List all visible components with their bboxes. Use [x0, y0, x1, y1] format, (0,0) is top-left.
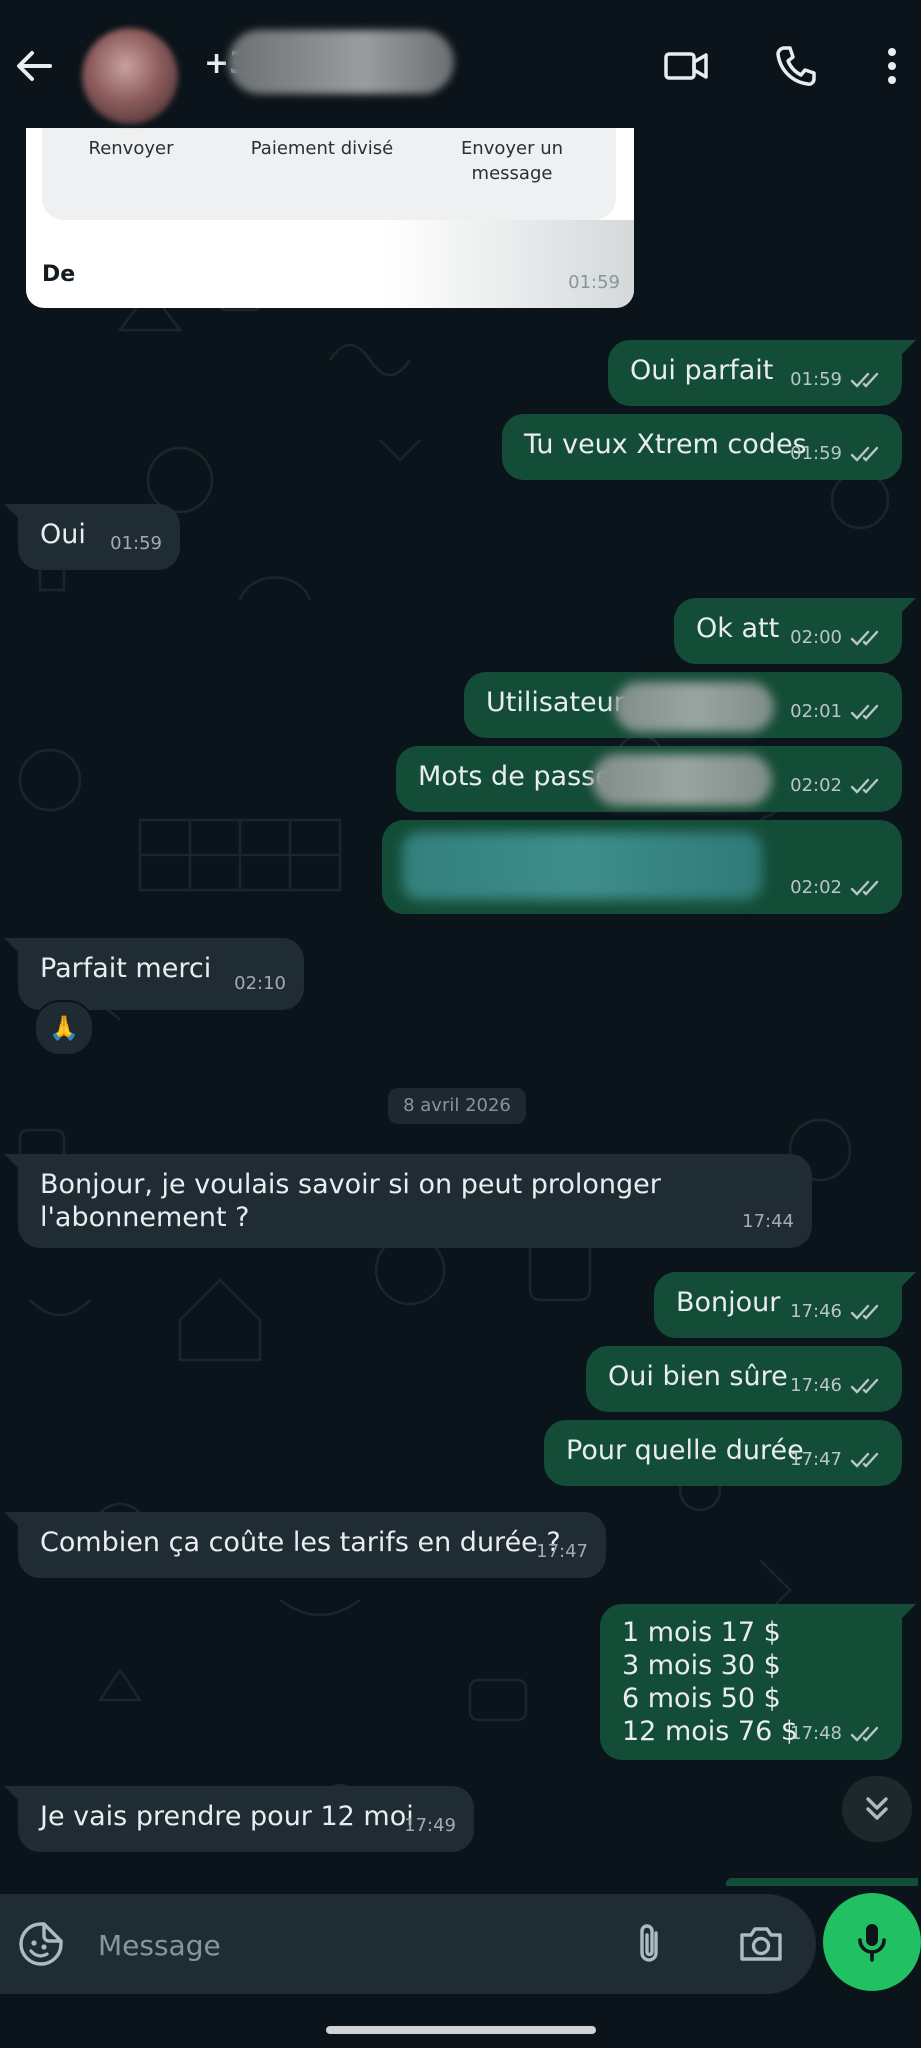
- sticker-icon[interactable]: [16, 1919, 66, 1969]
- attach-icon[interactable]: [624, 1919, 674, 1969]
- microphone-icon: [858, 1924, 886, 1962]
- more-options-icon[interactable]: [866, 40, 918, 92]
- card-action-send-message[interactable]: Envoyer un message: [442, 136, 582, 186]
- card-actions: Renvoyer Paiement divisé Envoyer un mess…: [42, 128, 616, 220]
- message-time: 02:02: [790, 775, 842, 796]
- message-incoming[interactable]: Je vais prendre pour 12 moi 17:49: [4, 1786, 474, 1852]
- voice-message-button[interactable]: [823, 1893, 921, 1991]
- message-text: Bonjour, je voulais savoir si on peut pr…: [40, 1169, 661, 1233]
- message-outgoing[interactable]: Utilisateur 02:01: [464, 672, 902, 738]
- read-receipt-icon: [850, 778, 879, 794]
- message-text: Ok att: [696, 613, 780, 644]
- read-receipt-icon: [850, 372, 879, 388]
- message-text: Pour quelle durée: [566, 1435, 804, 1466]
- message-time: 01:59: [790, 443, 842, 464]
- message-outgoing[interactable]: Oui bien sûre 17:46: [586, 1346, 902, 1412]
- message-incoming[interactable]: Combien ça coûte les tarifs en durée ? 1…: [4, 1512, 606, 1578]
- message-outgoing[interactable]: Tu veux Xtrem codes 01:59: [502, 414, 902, 480]
- redacted-password: [592, 754, 772, 806]
- read-receipt-icon: [850, 880, 879, 896]
- message-time: 17:48: [790, 1723, 842, 1744]
- message-outgoing[interactable]: Bonjour 17:46: [654, 1272, 916, 1338]
- message-time: 17:49: [404, 1815, 456, 1836]
- message-text: Bonjour: [676, 1287, 781, 1318]
- read-receipt-icon: [850, 704, 879, 720]
- message-time: 02:02: [790, 877, 842, 898]
- message-outgoing[interactable]: 1 mois 17 $ 3 mois 30 $ 6 mois 50 $ 12 m…: [600, 1604, 916, 1760]
- message-time: 01:59: [110, 533, 162, 554]
- redacted-link: [402, 832, 762, 900]
- message-text: Parfait merci: [40, 953, 212, 984]
- card-action-split-payment[interactable]: Paiement divisé: [242, 136, 402, 161]
- message-time: 02:01: [790, 701, 842, 722]
- phone-call-icon[interactable]: [770, 40, 822, 92]
- message-text: Combien ça coûte les tarifs en durée ?: [40, 1527, 561, 1558]
- message-time: 17:47: [790, 1449, 842, 1470]
- message-text: Mots de passe: [418, 761, 612, 792]
- message-text: Je vais prendre pour 12 moi: [40, 1801, 414, 1832]
- chat-header: +3: [0, 0, 921, 128]
- message-input[interactable]: [96, 1924, 580, 1966]
- read-receipt-icon: [850, 630, 879, 646]
- home-indicator: [326, 2026, 596, 2034]
- message-time: 01:59: [790, 369, 842, 390]
- partial-outgoing-bubble: [726, 1878, 918, 1886]
- card-action-resend[interactable]: Renvoyer: [86, 136, 176, 161]
- read-receipt-icon: [850, 446, 879, 462]
- video-call-icon[interactable]: [660, 40, 712, 92]
- read-receipt-icon: [850, 1378, 879, 1394]
- back-arrow-icon[interactable]: [10, 42, 58, 90]
- read-receipt-icon: [850, 1304, 879, 1320]
- message-time: 17:44: [742, 1211, 794, 1232]
- message-time: 02:10: [234, 973, 286, 994]
- message-outgoing[interactable]: 02:02: [382, 820, 902, 914]
- message-composer: [0, 1894, 816, 1994]
- forwarded-card[interactable]: Renvoyer Paiement divisé Envoyer un mess…: [26, 128, 634, 308]
- redacted-username: [614, 682, 774, 732]
- message-text: 1 mois 17 $ 3 mois 30 $ 6 mois 50 $ 12 m…: [622, 1617, 799, 1747]
- message-outgoing[interactable]: Pour quelle durée 17:47: [544, 1420, 902, 1486]
- reaction-emoji[interactable]: 🙏: [34, 1000, 94, 1056]
- message-incoming[interactable]: Bonjour, je voulais savoir si on peut pr…: [4, 1154, 812, 1248]
- message-outgoing[interactable]: Mots de passe 02:02: [396, 746, 902, 812]
- message-text: Oui: [40, 519, 86, 550]
- message-time: 17:47: [536, 1541, 588, 1562]
- message-time: 17:46: [790, 1375, 842, 1396]
- read-receipt-icon: [850, 1726, 879, 1742]
- message-text: Oui parfait: [630, 355, 774, 386]
- scroll-to-bottom-button[interactable]: [842, 1776, 912, 1842]
- message-outgoing[interactable]: Ok att 02:00: [674, 598, 916, 664]
- message-text: Oui bien sûre: [608, 1361, 788, 1392]
- message-time: 02:00: [790, 627, 842, 648]
- card-redaction: [386, 220, 634, 308]
- avatar[interactable]: [82, 28, 178, 124]
- contact-name-redaction: [228, 30, 454, 94]
- message-time: 01:59: [568, 272, 620, 293]
- card-from-label: De: [42, 262, 76, 287]
- double-chevron-down-icon: [866, 1797, 888, 1820]
- message-outgoing[interactable]: Oui parfait 01:59: [608, 340, 916, 406]
- message-time: 17:46: [790, 1301, 842, 1322]
- camera-icon[interactable]: [736, 1919, 786, 1969]
- message-text: Tu veux Xtrem codes: [524, 429, 807, 460]
- read-receipt-icon: [850, 1452, 879, 1468]
- date-separator: 8 avril 2026: [388, 1088, 526, 1124]
- message-text: Utilisateur: [486, 687, 625, 718]
- message-incoming[interactable]: Oui 01:59: [4, 504, 180, 570]
